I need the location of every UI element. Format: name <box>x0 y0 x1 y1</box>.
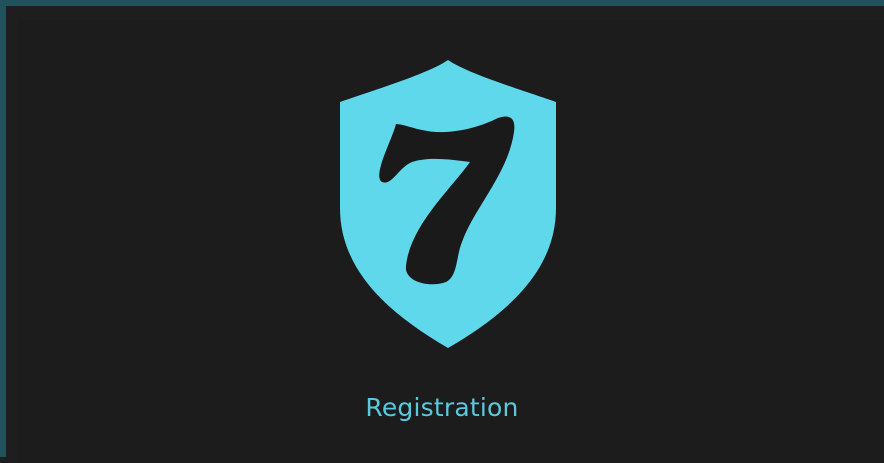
registration-label[interactable]: Registration <box>0 390 884 426</box>
shield-seven-logo-icon <box>340 60 556 348</box>
